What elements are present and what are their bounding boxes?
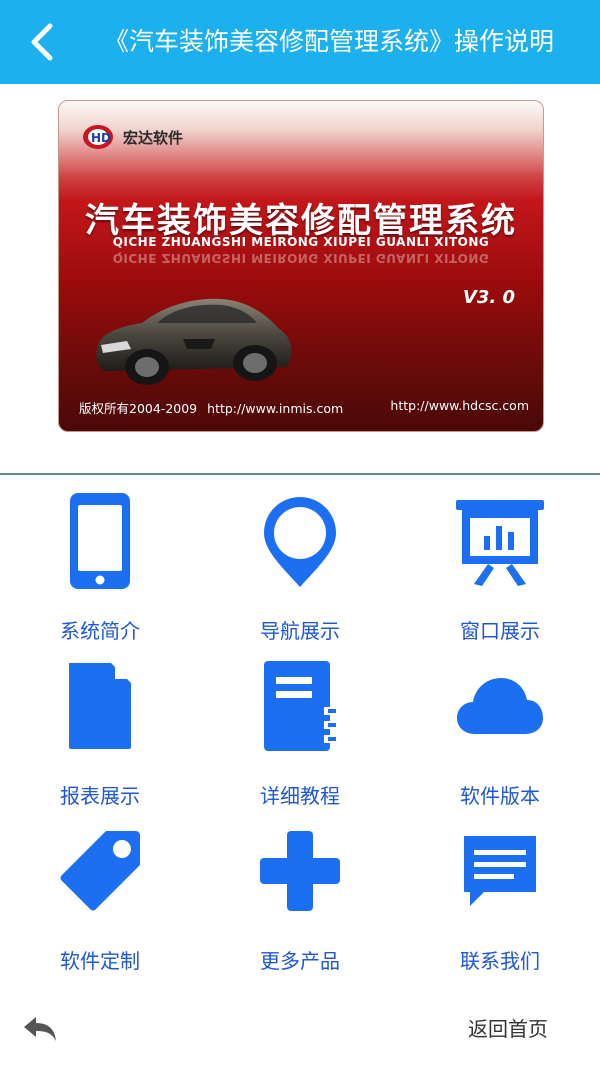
document-icon xyxy=(50,656,150,756)
notebook-icon xyxy=(250,656,350,756)
presentation-chart-icon xyxy=(450,491,550,591)
page-title: 《汽车装饰美容修配管理系统》操作说明 xyxy=(104,27,555,56)
cloud-icon xyxy=(450,656,550,756)
url-hdcsc: http://www.hdcsc.com xyxy=(390,398,529,413)
menu-item-navigation[interactable]: 导航展示 xyxy=(200,483,400,648)
banner-subtitle-reflection: QICHE ZHUANGSHI MEIRONG XIUPEI GUANLI XI… xyxy=(112,251,490,265)
hd-logo-icon: HD xyxy=(83,125,113,149)
url-inmis: http://www.inmis.com xyxy=(207,401,344,416)
app-header: 《汽车装饰美容修配管理系统》操作说明 xyxy=(0,0,600,84)
return-home-button[interactable]: 返回首页 xyxy=(468,1013,548,1045)
chevron-left-icon xyxy=(31,23,53,61)
car-image xyxy=(96,298,292,385)
undo-button[interactable] xyxy=(20,1013,60,1045)
menu-item-more-products[interactable]: 更多产品 xyxy=(200,813,400,978)
menu-item-tutorial[interactable]: 详细教程 xyxy=(200,648,400,813)
message-icon xyxy=(450,821,550,921)
back-button[interactable] xyxy=(20,20,64,64)
banner-footer: 版权所有2004-2009 http://www.inmis.com http:/… xyxy=(79,398,529,417)
map-pin-icon xyxy=(250,491,350,591)
menu-item-window-display[interactable]: 窗口展示 xyxy=(400,483,600,648)
bottom-bar: 返回首页 xyxy=(0,995,600,1067)
banner-subtitle: QICHE ZHUANGSHI MEIRONG XIUPEI GUANLI XI… xyxy=(112,235,490,249)
product-banner-image: HD 宏达软件 汽车装饰美容修配管理系统 QICHE ZHUANGSHI MEI… xyxy=(58,100,544,432)
brand-name: 宏达软件 xyxy=(123,128,184,147)
svg-text:HD: HD xyxy=(91,131,111,145)
brand-logo: HD 宏达软件 xyxy=(81,121,183,153)
menu-item-contact-us[interactable]: 联系我们 xyxy=(400,813,600,978)
version-label: V3. 0 xyxy=(462,287,515,308)
plus-icon xyxy=(250,821,350,921)
menu-item-system-intro[interactable]: 系统简介 xyxy=(0,483,200,648)
copyright-text: 版权所有2004-2009 xyxy=(79,401,198,416)
menu-item-customization[interactable]: 软件定制 xyxy=(0,813,200,978)
section-divider xyxy=(0,473,600,475)
phone-icon xyxy=(50,491,150,591)
tag-icon xyxy=(50,821,150,921)
menu-item-software-version[interactable]: 软件版本 xyxy=(400,648,600,813)
menu-item-reports[interactable]: 报表展示 xyxy=(0,648,200,813)
undo-arrow-icon xyxy=(24,1017,56,1041)
